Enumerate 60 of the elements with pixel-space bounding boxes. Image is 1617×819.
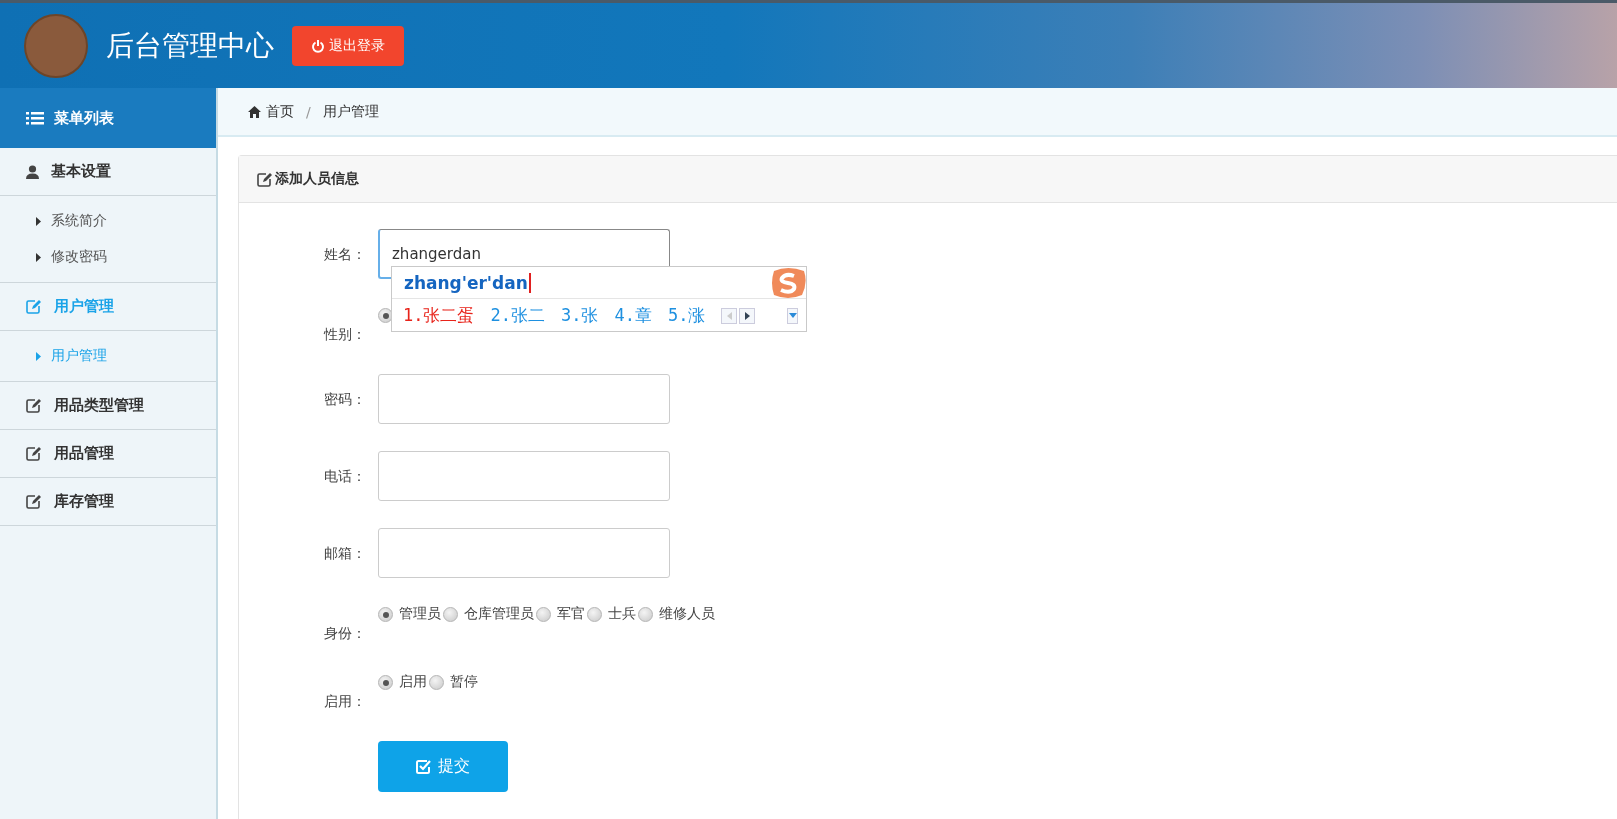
radio-label: 士兵 [608, 605, 636, 623]
caret-icon [36, 351, 41, 361]
edit-icon [257, 171, 273, 187]
radio-button[interactable] [429, 675, 444, 690]
radio-label: 维修人员 [659, 605, 715, 623]
radio-button[interactable] [587, 607, 602, 622]
field-label: 身份： [323, 624, 366, 643]
field-label: 邮箱： [323, 544, 366, 563]
caret-icon [36, 216, 41, 226]
input-field[interactable] [378, 374, 670, 424]
site-title: 后台管理中心 [106, 27, 274, 64]
edit-icon [26, 299, 42, 314]
radio-button[interactable] [536, 607, 551, 622]
logout-button[interactable]: 退出登录 [292, 25, 404, 66]
radio-button[interactable] [378, 607, 393, 622]
breadcrumb-link[interactable]: 用户管理 [322, 102, 379, 121]
expand-button[interactable] [787, 307, 798, 324]
field-label: 性别： [322, 325, 366, 344]
field-label: 启用： [323, 692, 366, 711]
input-field[interactable] [378, 528, 670, 578]
menu-group[interactable]: 基本设置 [0, 148, 216, 196]
radio-label: 暂停 [450, 673, 478, 691]
power-icon [311, 38, 325, 53]
radio-label: 启用 [399, 673, 427, 691]
edit-icon [26, 494, 42, 509]
ime-candidate[interactable]: 5.涨 [667, 304, 706, 327]
radio-button[interactable] [638, 607, 653, 622]
home-icon [248, 105, 261, 118]
ime-candidate[interactable]: 4.章 [614, 304, 652, 327]
ime-candidate[interactable]: 1.张二蛋 [403, 304, 475, 327]
input-field[interactable] [378, 451, 670, 501]
field-label: 姓名： [323, 245, 366, 264]
radio-button[interactable] [378, 675, 393, 690]
next-page-button[interactable] [739, 307, 756, 324]
menu-item[interactable]: 系统简介 [0, 203, 216, 239]
caret-icon [36, 252, 41, 262]
menu-title: 菜单列表 [54, 108, 114, 128]
menu-item[interactable]: 修改密码 [0, 239, 216, 275]
radio-label: 管理员 [399, 605, 441, 623]
chevron-down-icon [788, 313, 797, 318]
menu-icon [26, 111, 44, 125]
radio-label: 仓库管理员 [464, 605, 534, 623]
checkbox-icon [416, 759, 431, 774]
edit-icon [26, 398, 42, 413]
right-arrow-icon [744, 311, 750, 320]
menu-group[interactable]: 用品管理 [0, 430, 216, 478]
breadcrumb-separator: / [306, 103, 311, 120]
breadcrumb-link[interactable]: 首页 [248, 102, 294, 121]
menu-group[interactable]: 用品类型管理 [0, 382, 216, 430]
ime-composition: zhang'er'dan [404, 272, 531, 293]
ime-candidate[interactable]: 3.张 [560, 304, 599, 327]
edit-icon [26, 446, 42, 461]
left-arrow-icon [726, 311, 732, 320]
radio-button[interactable] [443, 607, 458, 622]
menu-group[interactable]: 库存管理 [0, 478, 216, 526]
field-label: 电话： [323, 467, 366, 486]
field-label: 密码： [323, 390, 366, 409]
user-icon [26, 164, 39, 179]
panel-title: 添加人员信息 [275, 170, 359, 188]
radio-label: 军官 [557, 605, 585, 623]
